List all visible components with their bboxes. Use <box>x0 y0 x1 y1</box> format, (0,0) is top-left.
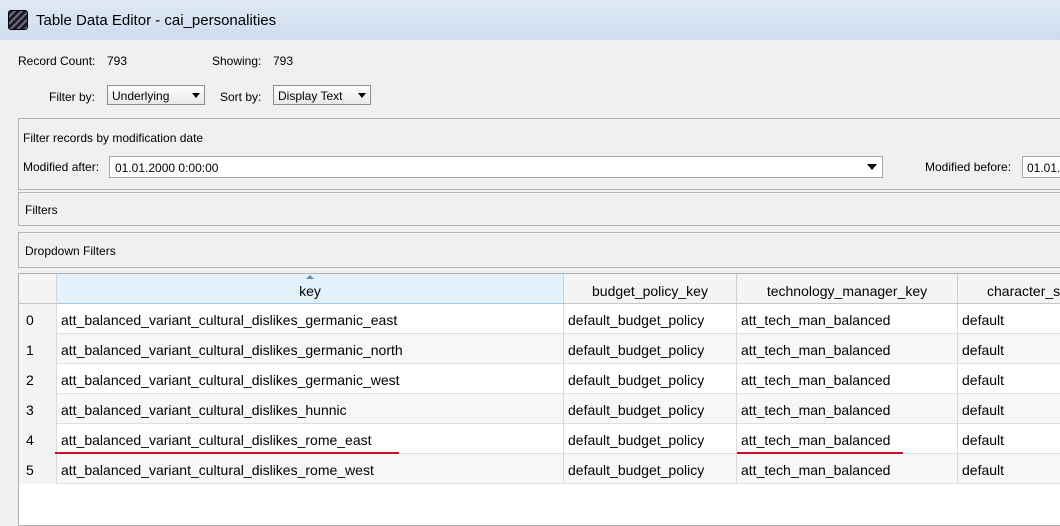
modified-after-value: 01.01.2000 0:00:00 <box>115 161 219 175</box>
data-table: key budget_policy_key technology_manager… <box>18 273 1060 526</box>
sort-by-label: Sort by: <box>220 90 262 104</box>
row-index[interactable]: 3 <box>19 394 57 424</box>
cell-budget-policy-key[interactable]: default_budget_policy <box>564 364 737 394</box>
row-index[interactable]: 2 <box>19 364 57 394</box>
cell-technology-manager-key[interactable]: att_tech_man_balanced <box>737 454 958 484</box>
cell-technology-manager-key[interactable]: att_tech_man_balanced <box>737 334 958 364</box>
table-row[interactable]: 0 att_balanced_variant_cultural_dislikes_… <box>19 304 1060 334</box>
cell-technology-manager-key[interactable]: att_tech_man_balanced <box>737 424 958 454</box>
cell-key[interactable]: att_balanced_variant_cultural_dislikes_r… <box>57 454 564 484</box>
cell-key[interactable]: att_balanced_variant_cultural_dislikes_g… <box>57 334 564 364</box>
record-count-label: Record Count: <box>18 54 96 68</box>
chevron-down-icon <box>358 93 366 98</box>
showing-value: 793 <box>273 54 294 68</box>
cell-technology-manager-key[interactable]: att_tech_man_balanced <box>737 304 958 334</box>
row-index[interactable]: 5 <box>19 454 57 484</box>
table-app-icon <box>8 10 28 30</box>
table-row[interactable]: 4 att_balanced_variant_cultural_dislikes_… <box>19 424 1060 454</box>
date-filter-panel <box>18 118 1060 190</box>
filter-by-dropdown[interactable]: Underlying <box>107 85 205 105</box>
chevron-down-icon <box>867 164 877 170</box>
showing-label: Showing: <box>212 54 262 68</box>
table-row[interactable]: 3 att_balanced_variant_cultural_dislikes_… <box>19 394 1060 424</box>
date-filter-title: Filter records by modification date <box>23 131 204 145</box>
cell-character[interactable]: default <box>958 424 1060 454</box>
key-underline-annotation <box>55 452 399 454</box>
cell-character[interactable]: default <box>958 364 1060 394</box>
column-header-key[interactable]: key <box>57 274 564 304</box>
cell-budget-policy-key[interactable]: default_budget_policy <box>564 454 737 484</box>
modified-after-label: Modified after: <box>23 160 100 174</box>
cell-budget-policy-key[interactable]: default_budget_policy <box>564 424 737 454</box>
modified-before-field[interactable]: 01.01. <box>1022 156 1060 178</box>
dropdown-filters-panel[interactable]: Dropdown Filters <box>18 232 1060 268</box>
cell-key[interactable]: att_balanced_variant_cultural_dislikes_g… <box>57 304 564 334</box>
table-row[interactable]: 2 att_balanced_variant_cultural_dislikes_… <box>19 364 1060 394</box>
modified-before-label: Modified before: <box>925 160 1012 174</box>
dropdown-filters-title: Dropdown Filters <box>25 244 116 258</box>
sort-by-dropdown[interactable]: Display Text <box>273 85 371 105</box>
column-header-budget-policy-key[interactable]: budget_policy_key <box>564 274 737 304</box>
filters-title: Filters <box>25 203 58 217</box>
cell-character[interactable]: default <box>958 304 1060 334</box>
cell-character[interactable]: default <box>958 394 1060 424</box>
cell-technology-manager-key[interactable]: att_tech_man_balanced <box>737 394 958 424</box>
sort-by-value: Display Text <box>278 89 343 103</box>
sort-ascending-icon <box>306 275 314 279</box>
row-index[interactable]: 4 <box>19 424 57 454</box>
cell-character[interactable]: default <box>958 334 1060 364</box>
table-row[interactable]: 5 att_balanced_variant_cultural_dislikes_… <box>19 454 1060 484</box>
window-title: Table Data Editor - cai_personalities <box>36 12 277 29</box>
table-row[interactable]: 1 att_balanced_variant_cultural_dislikes_… <box>19 334 1060 364</box>
cell-key[interactable]: att_balanced_variant_cultural_dislikes_h… <box>57 394 564 424</box>
cell-budget-policy-key[interactable]: default_budget_policy <box>564 334 737 364</box>
cell-character[interactable]: default <box>958 454 1060 484</box>
tech-underline-annotation <box>737 452 903 454</box>
title-bar: Table Data Editor - cai_personalities <box>0 0 1060 41</box>
cell-technology-manager-key[interactable]: att_tech_man_balanced <box>737 364 958 394</box>
record-count-value: 793 <box>107 54 128 68</box>
row-index[interactable]: 1 <box>19 334 57 364</box>
chevron-down-icon <box>192 93 200 98</box>
column-header-character[interactable]: character_s <box>958 274 1060 304</box>
modified-after-dropdown[interactable]: 01.01.2000 0:00:00 <box>109 156 883 178</box>
cell-key[interactable]: att_balanced_variant_cultural_dislikes_r… <box>57 424 564 454</box>
row-index[interactable]: 0 <box>19 304 57 334</box>
column-header-technology-manager-key[interactable]: technology_manager_key <box>737 274 958 304</box>
cell-budget-policy-key[interactable]: default_budget_policy <box>564 394 737 424</box>
cell-key[interactable]: att_balanced_variant_cultural_dislikes_g… <box>57 364 564 394</box>
filters-panel[interactable]: Filters <box>18 192 1060 226</box>
filter-by-label: Filter by: <box>49 90 96 104</box>
modified-before-value: 01.01. <box>1027 161 1060 175</box>
index-column-header[interactable] <box>19 274 57 304</box>
cell-budget-policy-key[interactable]: default_budget_policy <box>564 304 737 334</box>
filter-by-value: Underlying <box>112 89 170 103</box>
